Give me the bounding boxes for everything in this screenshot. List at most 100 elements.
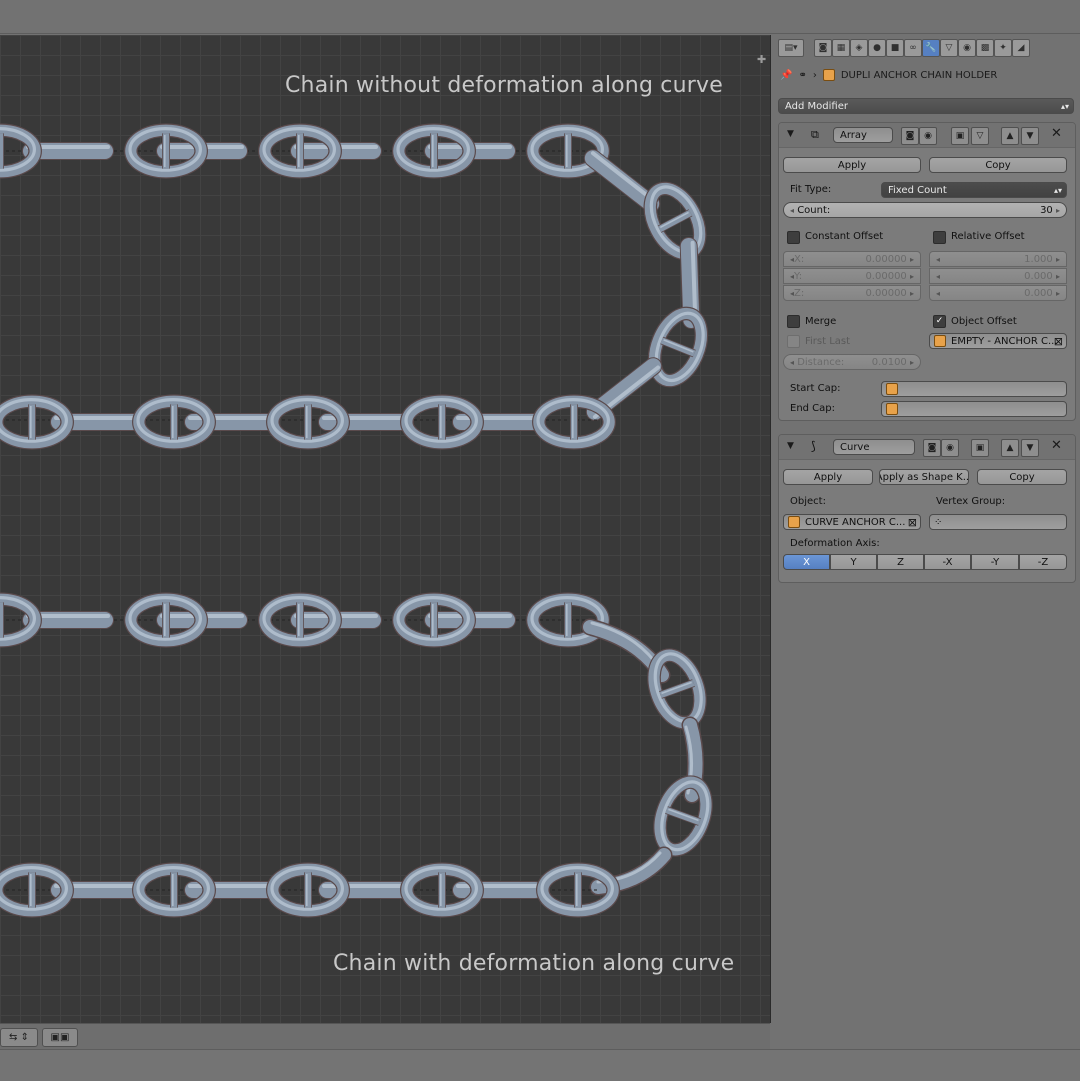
- clear-x-icon[interactable]: ⊠: [1054, 335, 1063, 348]
- start-cap-label: Start Cap:: [790, 383, 841, 394]
- array-apply-label: Apply: [837, 159, 867, 171]
- axis-x-button[interactable]: X: [783, 554, 830, 570]
- move-up-icon[interactable]: ▲: [1001, 439, 1019, 457]
- editor-type-icon[interactable]: ▤▾: [778, 39, 804, 57]
- increment-arrow-icon[interactable]: ▸: [1056, 206, 1060, 215]
- 3d-viewport[interactable]: Chain without deformation along curve Ch…: [0, 35, 771, 1023]
- relative-y-field[interactable]: ◂ 0.000 ▸: [929, 268, 1067, 284]
- constant-y-field[interactable]: ◂Y: 0.00000 ▸: [783, 268, 921, 284]
- decrement-arrow-icon: ◂: [936, 288, 941, 298]
- properties-context-bar: ▤▾ ◙ ▦ ◈ ● ■ ∞ 🔧 ▽ ◉ ▩ ✦ ◢: [778, 37, 1074, 57]
- editmode-icon[interactable]: ▣: [951, 127, 969, 145]
- constraints-icon[interactable]: ∞: [904, 39, 922, 57]
- fit-type-dropdown[interactable]: Fixed Count ▴▾: [881, 182, 1067, 198]
- mesh-object-icon: [886, 403, 898, 415]
- close-icon[interactable]: ✕: [1051, 126, 1062, 141]
- constant-offset-checkbox[interactable]: [787, 231, 800, 244]
- caption-top: Chain without deformation along curve: [285, 73, 723, 98]
- count-field[interactable]: ◂ Count: 30 ▸: [783, 202, 1067, 218]
- render-toggle-icon[interactable]: ◙: [923, 439, 941, 457]
- on-cage-icon[interactable]: ▽: [971, 127, 989, 145]
- constant-offset-label: Constant Offset: [805, 231, 884, 242]
- rel-z-value: 0.000: [1024, 287, 1053, 299]
- collapse-triangle-icon[interactable]: ▼: [787, 129, 794, 139]
- merge-checkbox[interactable]: [787, 315, 800, 328]
- end-cap-field[interactable]: [881, 401, 1067, 417]
- object-offset-target-field[interactable]: EMPTY - ANCHOR C... ⊠: [929, 333, 1067, 349]
- end-cap-label: End Cap:: [790, 403, 836, 414]
- particles-icon[interactable]: ✦: [994, 39, 1012, 57]
- const-x-value: 0.00000: [865, 253, 907, 265]
- first-last-checkbox[interactable]: [787, 335, 800, 348]
- object-link-icon: ⚭: [798, 69, 807, 81]
- physics-icon[interactable]: ◢: [1012, 39, 1030, 57]
- axis-z-label: Z: [897, 556, 904, 568]
- curve-copy-label: Copy: [1009, 471, 1035, 483]
- curve-apply-button[interactable]: Apply: [783, 469, 873, 485]
- move-down-icon[interactable]: ▼: [1021, 439, 1039, 457]
- axis-y-button[interactable]: Y: [830, 554, 877, 570]
- area-split-icon[interactable]: ✚: [757, 53, 766, 66]
- curve-name-field[interactable]: Curve: [833, 439, 915, 455]
- axis-neg-z-button[interactable]: -Z: [1019, 554, 1067, 570]
- object-icon[interactable]: ■: [886, 39, 904, 57]
- render-layers-icon[interactable]: ▦: [832, 39, 850, 57]
- move-down-icon[interactable]: ▼: [1021, 127, 1039, 145]
- decrement-arrow-icon: ◂: [936, 271, 941, 281]
- pin-icon[interactable]: 📌: [780, 70, 792, 81]
- render-icon[interactable]: ▣▣: [42, 1028, 78, 1047]
- fit-type-label: Fit Type:: [790, 184, 832, 195]
- relative-offset-checkbox[interactable]: [933, 231, 946, 244]
- scene-icon[interactable]: ◈: [850, 39, 868, 57]
- axis-neg-x-button[interactable]: -X: [924, 554, 971, 570]
- decrement-arrow-icon[interactable]: ◂: [790, 206, 794, 215]
- array-name-field[interactable]: Array: [833, 127, 893, 143]
- texture-icon[interactable]: ▩: [976, 39, 994, 57]
- start-cap-field[interactable]: [881, 381, 1067, 397]
- close-icon[interactable]: ✕: [1051, 438, 1062, 453]
- data-icon[interactable]: ▽: [940, 39, 958, 57]
- curve-object-label: Object:: [790, 496, 826, 507]
- viewport-eye-icon[interactable]: ◉: [941, 439, 959, 457]
- axis-neg-y-button[interactable]: -Y: [971, 554, 1019, 570]
- count-value: 30: [1040, 204, 1053, 216]
- curve-panel-header: ▼ ⟆ Curve ◙ ◉ ▣ ▲ ▼ ✕: [779, 435, 1075, 460]
- array-copy-button[interactable]: Copy: [929, 157, 1067, 173]
- curve-apply-label: Apply: [813, 471, 843, 483]
- axis-neg-z-label: -Z: [1037, 556, 1049, 568]
- array-modifier-icon: ⧉: [811, 128, 819, 141]
- vertex-group-field[interactable]: ⁘: [929, 514, 1067, 530]
- increment-arrow-icon: ▸: [909, 254, 914, 264]
- apply-as-shape-button[interactable]: Apply as Shape K...: [879, 469, 969, 485]
- move-up-icon[interactable]: ▲: [1001, 127, 1019, 145]
- modifiers-wrench-icon[interactable]: 🔧: [922, 39, 940, 57]
- render-context-icon[interactable]: ◙: [814, 39, 832, 57]
- constant-z-field[interactable]: ◂Z: 0.00000 ▸: [783, 285, 921, 301]
- axis-neg-y-label: -Y: [990, 556, 1000, 568]
- curve-copy-button[interactable]: Copy: [977, 469, 1067, 485]
- increment-arrow-icon: ▸: [909, 271, 914, 281]
- array-apply-button[interactable]: Apply: [783, 157, 921, 173]
- material-icon[interactable]: ◉: [958, 39, 976, 57]
- constant-x-field[interactable]: ◂X: 0.00000 ▸: [783, 251, 921, 267]
- world-icon[interactable]: ●: [868, 39, 886, 57]
- render-toggle-icon[interactable]: ◙: [901, 127, 919, 145]
- curve-modifier-panel: ▼ ⟆ Curve ◙ ◉ ▣ ▲ ▼ ✕ Apply Apply as Sha…: [778, 434, 1076, 583]
- array-panel-header: ▼ ⧉ Array ◙ ◉ ▣ ▽ ▲ ▼ ✕: [779, 123, 1075, 148]
- curve-object-field[interactable]: CURVE ANCHOR C... ⊠: [783, 514, 921, 530]
- object-name: DUPLI ANCHOR CHAIN HOLDER: [840, 69, 998, 81]
- relative-x-field[interactable]: ◂ 1.000 ▸: [929, 251, 1067, 267]
- object-offset-checkbox[interactable]: ✓: [933, 315, 946, 328]
- clear-x-icon[interactable]: ⊠: [908, 516, 917, 529]
- curve-object-icon: [788, 516, 800, 528]
- collapse-triangle-icon[interactable]: ▼: [787, 441, 794, 451]
- axis-z-button[interactable]: Z: [877, 554, 924, 570]
- const-y-value: 0.00000: [865, 270, 907, 282]
- distance-field[interactable]: ◂ Distance: 0.0100 ▸: [783, 354, 921, 370]
- editmode-icon[interactable]: ▣: [971, 439, 989, 457]
- snap-element-icon[interactable]: ⇆ ⇕: [0, 1028, 38, 1047]
- add-modifier-dropdown[interactable]: Add Modifier ▴▾: [778, 98, 1074, 114]
- relative-z-field[interactable]: ◂ 0.000 ▸: [929, 285, 1067, 301]
- chain-top: [0, 129, 712, 443]
- viewport-eye-icon[interactable]: ◉: [919, 127, 937, 145]
